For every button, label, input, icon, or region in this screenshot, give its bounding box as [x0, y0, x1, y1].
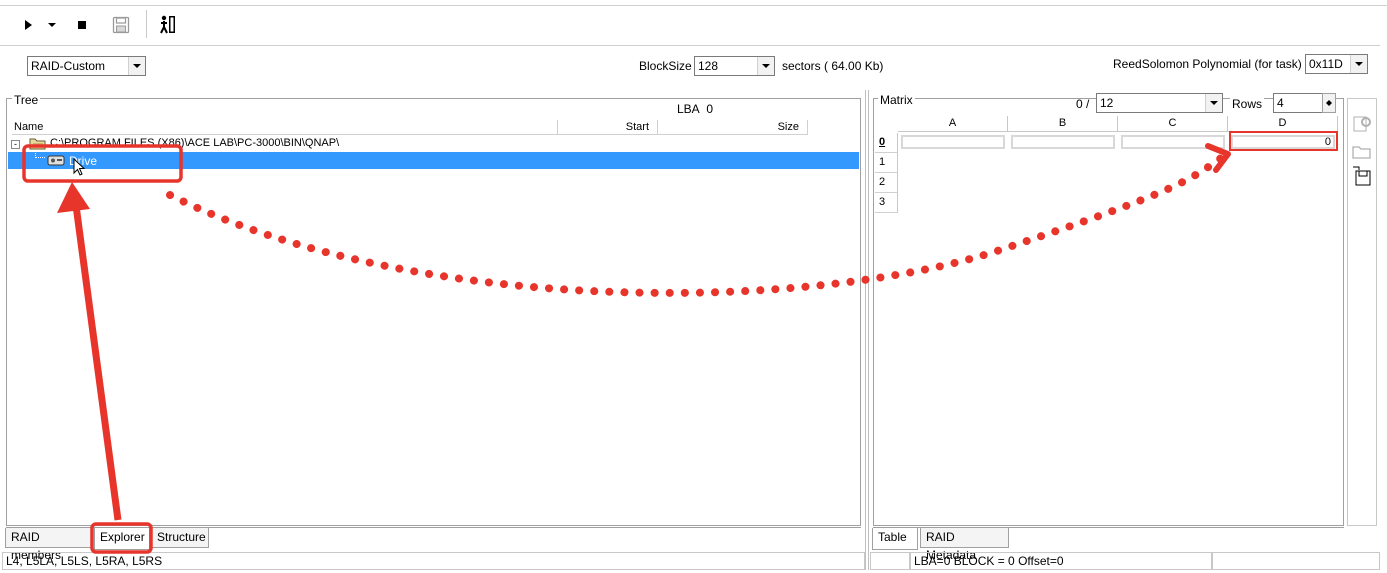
matrix-col-d[interactable]: D	[1228, 116, 1338, 132]
raid-type-value: RAID-Custom	[31, 59, 106, 73]
lba-value: 0	[706, 102, 714, 116]
chevron-down-icon	[1350, 55, 1367, 73]
matrix-col-a[interactable]: A	[898, 116, 1008, 132]
chevron-down-icon	[128, 57, 145, 75]
tree-connector	[35, 150, 45, 158]
matrix-title: Matrix	[878, 93, 915, 107]
column-name[interactable]: Name	[12, 120, 558, 135]
polynomial-select[interactable]: 0x11D	[1305, 54, 1368, 74]
toolbar-bottom-border	[0, 45, 1380, 46]
blocksize-value: 128	[698, 59, 719, 73]
splitter-edge	[868, 90, 869, 570]
stop-button[interactable]	[70, 12, 94, 38]
matrix-position-text: 0 /	[1076, 97, 1090, 111]
matrix-row-index[interactable]: 1	[875, 153, 898, 173]
matrix-cell-a0[interactable]	[901, 135, 1005, 149]
settings-icon[interactable]	[1351, 112, 1373, 134]
chevron-down-icon	[1205, 94, 1222, 112]
blocksize-select[interactable]: 128	[694, 56, 775, 76]
play-dropdown-button[interactable]	[44, 12, 60, 38]
mouse-cursor-icon	[73, 157, 87, 181]
stop-icon	[78, 21, 86, 29]
lba-label: LBA 0	[677, 102, 713, 116]
exit-icon	[160, 15, 175, 34]
side-toolbar	[1347, 98, 1377, 526]
right-status-extra	[1212, 552, 1380, 570]
rows-input[interactable]: 4	[1273, 93, 1323, 113]
tab-raid-metadata[interactable]: RAID Metadata	[920, 528, 1009, 562]
save-button[interactable]	[109, 12, 133, 38]
save-icon	[112, 16, 130, 34]
matrix-cell-b0[interactable]	[1011, 135, 1115, 149]
matrix-cell-c0[interactable]	[1121, 135, 1225, 149]
left-status-bar: L4, L5LA, L5LS, L5RA, L5RS	[2, 552, 865, 570]
toolbar-separator	[146, 10, 147, 38]
tab-table[interactable]: Table	[872, 528, 918, 550]
rows-label: Rows	[1230, 97, 1265, 111]
matrix-row-index[interactable]: 0	[875, 133, 898, 153]
right-status-blank	[870, 552, 910, 570]
play-icon	[25, 20, 32, 30]
splitter[interactable]	[865, 90, 866, 570]
spin-down-icon[interactable]	[1323, 103, 1335, 112]
drive-icon	[47, 153, 65, 170]
rows-value: 4	[1277, 96, 1284, 110]
spin-up-icon[interactable]	[1323, 94, 1335, 103]
open-folder-icon[interactable]	[1351, 140, 1373, 162]
column-start[interactable]: Start	[558, 120, 658, 135]
polynomial-value: 0x11D	[1309, 57, 1343, 71]
column-size[interactable]: Size	[658, 120, 808, 135]
tab-raid-members[interactable]: RAID members	[5, 528, 93, 562]
matrix-row-index[interactable]: 2	[875, 173, 898, 193]
matrix-col-c[interactable]: C	[1118, 116, 1228, 132]
matrix-row-index[interactable]: 3	[875, 193, 898, 213]
tree-title: Tree	[12, 93, 41, 107]
dropdown-icon	[48, 23, 56, 27]
top-border	[0, 5, 1387, 6]
lba-label-text: LBA	[677, 102, 700, 116]
matrix-panel	[873, 98, 1344, 526]
sectors-text: sectors ( 64.00 Kb)	[782, 59, 884, 73]
rows-spinner[interactable]	[1322, 93, 1336, 113]
matrix-col-b[interactable]: B	[1008, 116, 1118, 132]
play-button[interactable]	[16, 12, 40, 38]
matrix-position-value: 12	[1100, 96, 1114, 110]
matrix-position-select[interactable]: 12	[1096, 93, 1223, 113]
blocksize-label: BlockSize	[639, 59, 692, 73]
raid-type-select[interactable]: RAID-Custom	[27, 56, 146, 76]
tree-root-path[interactable]: C:\PROGRAM FILES (X86)\ACE LAB\PC-3000\B…	[50, 137, 339, 149]
tab-structure[interactable]: Structure	[151, 528, 209, 548]
tab-explorer[interactable]: Explorer	[94, 528, 150, 550]
save-matrix-icon[interactable]	[1351, 165, 1373, 187]
polynomial-label: ReedSolomon Polynomial (for task)	[1113, 57, 1302, 71]
chevron-down-icon	[757, 57, 774, 75]
right-status-bar: LBA=0 BLOCK = 0 Offset=0	[910, 552, 1212, 570]
matrix-cell-d0[interactable]: 0	[1231, 135, 1335, 149]
collapse-toggle[interactable]: -	[11, 140, 20, 149]
exit-button[interactable]	[155, 12, 179, 38]
tree-row-drive[interactable]	[8, 152, 859, 169]
